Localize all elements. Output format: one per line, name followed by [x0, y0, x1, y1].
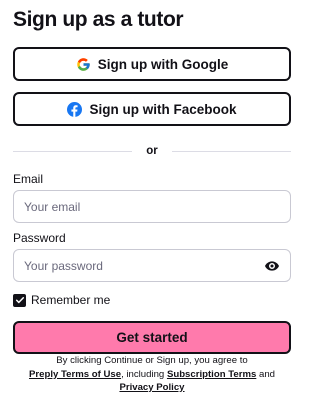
legal-including: , including	[121, 368, 165, 380]
subscription-terms-link[interactable]: Subscription Terms	[167, 369, 256, 380]
page-title: Sign up as a tutor	[13, 8, 184, 31]
facebook-signup-button[interactable]: Sign up with Facebook	[13, 92, 291, 126]
legal-prefix: By clicking Continue or Sign up, you agr…	[56, 355, 248, 366]
checkmark-icon	[15, 297, 24, 304]
privacy-policy-link[interactable]: Privacy Policy	[119, 382, 184, 393]
password-label: Password	[13, 231, 66, 245]
google-signup-button[interactable]: Sign up with Google	[13, 47, 291, 81]
facebook-logo-icon	[67, 101, 83, 117]
terms-of-use-link[interactable]: Preply Terms of Use	[29, 369, 121, 380]
legal-and: and	[259, 368, 276, 380]
email-field[interactable]	[24, 191, 280, 222]
divider-line-left	[13, 150, 133, 152]
or-divider: or	[13, 142, 291, 160]
remember-me-checkbox[interactable]	[13, 293, 26, 307]
google-signup-label: Sign up with Google	[97, 56, 229, 72]
email-label: Email	[13, 172, 44, 186]
email-field-container	[13, 190, 291, 223]
password-field[interactable]	[24, 250, 264, 281]
remember-me-row: Remember me	[13, 293, 110, 307]
divider-line-right	[171, 150, 291, 152]
password-field-container	[13, 249, 291, 282]
remember-me-label: Remember me	[31, 293, 111, 307]
divider-label: or	[146, 145, 158, 157]
get-started-button[interactable]: Get started	[13, 321, 291, 354]
eye-icon[interactable]	[264, 258, 280, 274]
legal-notice: By clicking Continue or Sign up, you agr…	[13, 354, 291, 395]
google-logo-icon	[76, 57, 91, 72]
facebook-signup-label: Sign up with Facebook	[89, 101, 237, 117]
